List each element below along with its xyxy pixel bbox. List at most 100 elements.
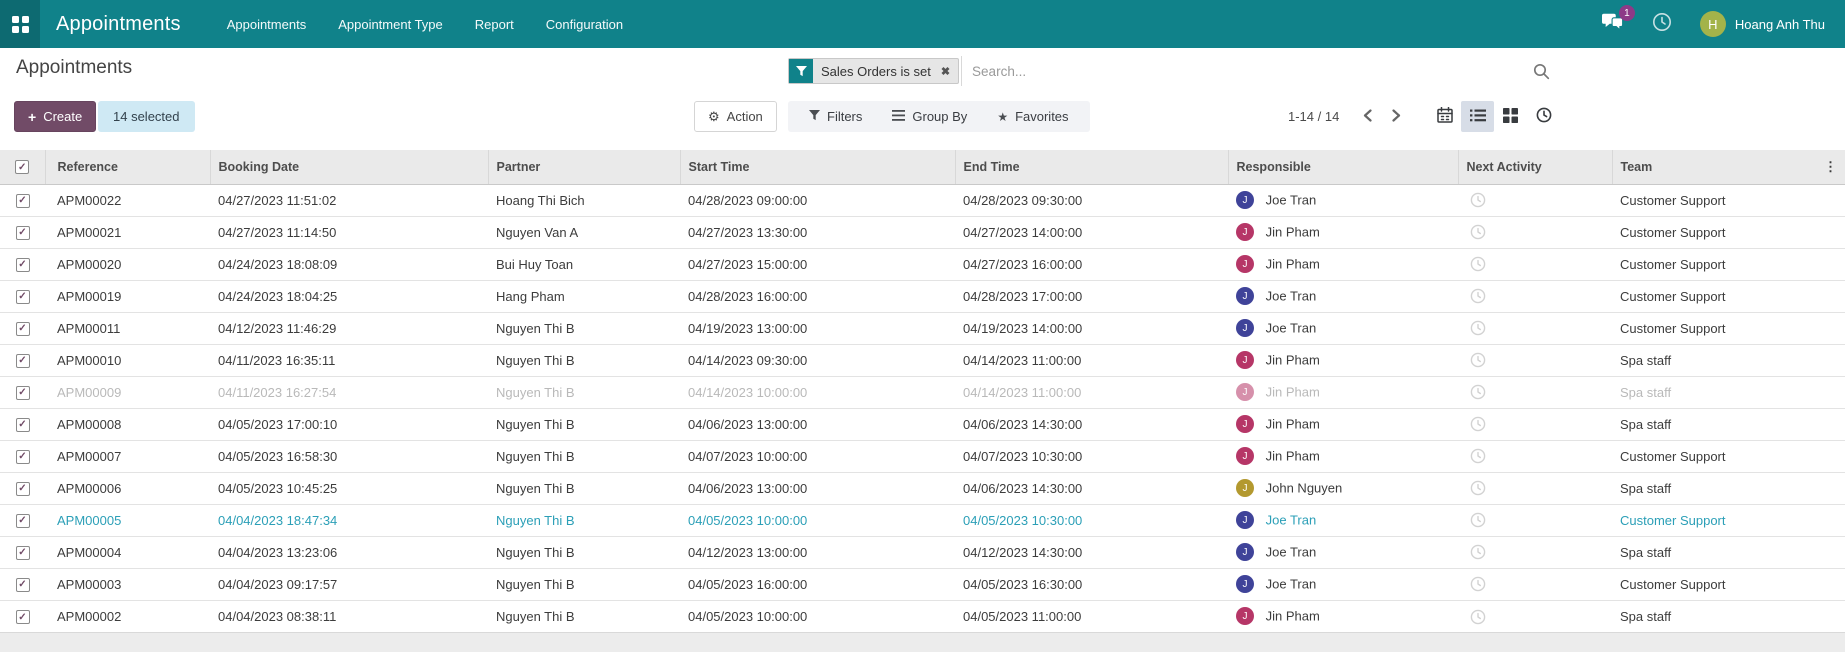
activity-clock-icon[interactable] [1470,192,1486,208]
menu-appointment-type[interactable]: Appointment Type [322,0,459,48]
selected-count-badge[interactable]: 14 selected [98,101,195,132]
column-header-responsible[interactable]: Responsible [1228,150,1459,185]
activity-clock-icon[interactable] [1470,320,1486,336]
column-header-booking-date[interactable]: Booking Date [210,150,489,185]
menu-configuration[interactable]: Configuration [530,0,639,48]
activity-clock-icon[interactable] [1470,480,1486,496]
table-row[interactable]: APM00022 04/27/2023 11:51:02 Hoang Thi B… [0,183,1845,216]
pager-next-button[interactable] [1382,101,1411,132]
row-checkbox[interactable] [15,449,30,464]
row-checkbox[interactable] [15,193,30,208]
activity-clock-icon[interactable] [1470,384,1486,400]
table-row[interactable]: APM00005 04/04/2023 18:47:34 Nguyen Thi … [0,503,1845,536]
filter-facet[interactable]: Sales Orders is set ✖ [788,58,960,84]
table-row[interactable]: APM00019 04/24/2023 18:04:25 Hang Pham 0… [0,279,1845,312]
cell-booking-date: 04/11/2023 16:27:54 [210,375,488,408]
table-row[interactable]: APM00009 04/11/2023 16:27:54 Nguyen Thi … [0,375,1845,408]
apps-menu-button[interactable] [0,0,40,48]
optional-columns-kebab-icon[interactable]: ⋮ [1824,159,1837,175]
group-by-button[interactable]: Group By [877,101,982,132]
responsible-avatar: J [1236,383,1254,401]
user-menu[interactable]: H Hoang Anh Thu [1699,11,1825,37]
list-view-button[interactable] [1461,101,1494,132]
cell-responsible: J Jin Pham [1228,599,1458,632]
cell-reference: APM00019 [45,279,210,312]
menu-appointments[interactable]: Appointments [211,0,323,48]
cell-responsible: J Jin Pham [1228,407,1458,440]
row-checkbox[interactable] [15,481,30,496]
row-checkbox[interactable] [15,321,30,336]
cell-next-activity [1458,471,1612,504]
column-header-next-activity[interactable]: Next Activity [1458,150,1613,185]
row-checkbox[interactable] [15,577,30,592]
cell-partner: Nguyen Thi B [488,439,680,472]
user-name: Hoang Anh Thu [1734,16,1825,32]
column-header-start-time[interactable]: Start Time [680,150,956,185]
cell-responsible: J Joe Tran [1228,279,1458,312]
row-checkbox[interactable] [15,513,30,528]
facet-label: Sales Orders is set [821,63,931,79]
responsible-avatar: J [1236,255,1254,273]
table-row[interactable]: APM00021 04/27/2023 11:14:50 Nguyen Van … [0,215,1845,248]
app-brand[interactable]: Appointments [56,13,181,36]
pager-range[interactable]: 1-14 / 14 [1288,109,1339,124]
row-checkbox[interactable] [15,610,30,625]
table-row[interactable]: APM00008 04/05/2023 17:00:10 Nguyen Thi … [0,407,1845,440]
activity-view-button[interactable] [1527,101,1560,132]
row-checkbox[interactable] [15,417,30,432]
activity-clock-icon[interactable] [1470,544,1486,560]
row-checkbox[interactable] [15,545,30,560]
favorites-button[interactable]: ★ Favorites [982,101,1083,132]
search-icon[interactable] [1527,63,1556,80]
cell-start-time: 04/05/2023 16:00:00 [680,567,955,600]
cell-next-activity [1458,311,1612,344]
table-row[interactable]: APM00011 04/12/2023 11:46:29 Nguyen Thi … [0,311,1845,344]
activity-clock-icon[interactable] [1470,224,1486,240]
select-all-checkbox[interactable] [15,160,30,175]
row-checkbox[interactable] [15,225,30,240]
activity-clock-icon[interactable] [1470,416,1486,432]
messages-button[interactable]: 1 [1601,5,1635,36]
activity-clock-icon[interactable] [1470,288,1486,304]
activity-clock-icon[interactable] [1470,609,1486,625]
table-row[interactable]: APM00002 04/04/2023 08:38:11 Nguyen Thi … [0,599,1845,632]
cell-start-time: 04/28/2023 16:00:00 [680,279,955,312]
cell-responsible: J Jin Pham [1228,375,1458,408]
column-header-end-time[interactable]: End Time [955,150,1229,185]
column-header-partner[interactable]: Partner [488,150,681,185]
calendar-view-button[interactable] [1428,101,1461,132]
table-row[interactable]: APM00020 04/24/2023 18:08:09 Bui Huy Toa… [0,247,1845,280]
activities-button[interactable] [1652,12,1672,37]
table-row[interactable]: APM00010 04/11/2023 16:35:11 Nguyen Thi … [0,343,1845,376]
row-checkbox[interactable] [15,353,30,368]
row-checkbox[interactable] [15,385,30,400]
table-row[interactable]: APM00007 04/05/2023 16:58:30 Nguyen Thi … [0,439,1845,472]
menu-report[interactable]: Report [459,0,530,48]
pager-previous-button[interactable] [1353,101,1382,132]
responsible-avatar: J [1236,479,1254,497]
filters-button[interactable]: Filters [794,101,877,132]
create-button[interactable]: + Create [14,101,97,132]
kanban-view-button[interactable] [1494,101,1527,132]
page-title: Appointments [16,57,133,78]
column-header-team[interactable]: Team ⋮ [1612,150,1845,185]
table-row[interactable]: APM00004 04/04/2023 13:23:06 Nguyen Thi … [0,535,1845,568]
activity-clock-icon[interactable] [1470,256,1486,272]
activity-clock-icon[interactable] [1470,512,1486,528]
cell-reference: APM00022 [45,183,210,216]
user-avatar: H [1699,11,1726,37]
table-row[interactable]: APM00003 04/04/2023 09:17:57 Nguyen Thi … [0,567,1845,600]
cell-end-time: 04/14/2023 11:00:00 [955,343,1228,376]
cell-booking-date: 04/27/2023 11:14:50 [210,215,488,248]
table-row[interactable]: APM00006 04/05/2023 10:45:25 Nguyen Thi … [0,471,1845,504]
facet-remove-icon[interactable]: ✖ [939,59,958,83]
column-header-reference[interactable]: Reference [45,150,211,185]
activity-clock-icon[interactable] [1470,576,1486,592]
row-checkbox[interactable] [15,257,30,272]
action-button[interactable]: ⚙ Action [694,101,777,132]
activity-clock-icon[interactable] [1470,352,1486,368]
activity-clock-icon[interactable] [1470,448,1486,464]
appointments-table: Reference Booking Date Partner Start Tim… [0,150,1845,632]
search-input[interactable] [961,56,1527,86]
row-checkbox[interactable] [15,289,30,304]
